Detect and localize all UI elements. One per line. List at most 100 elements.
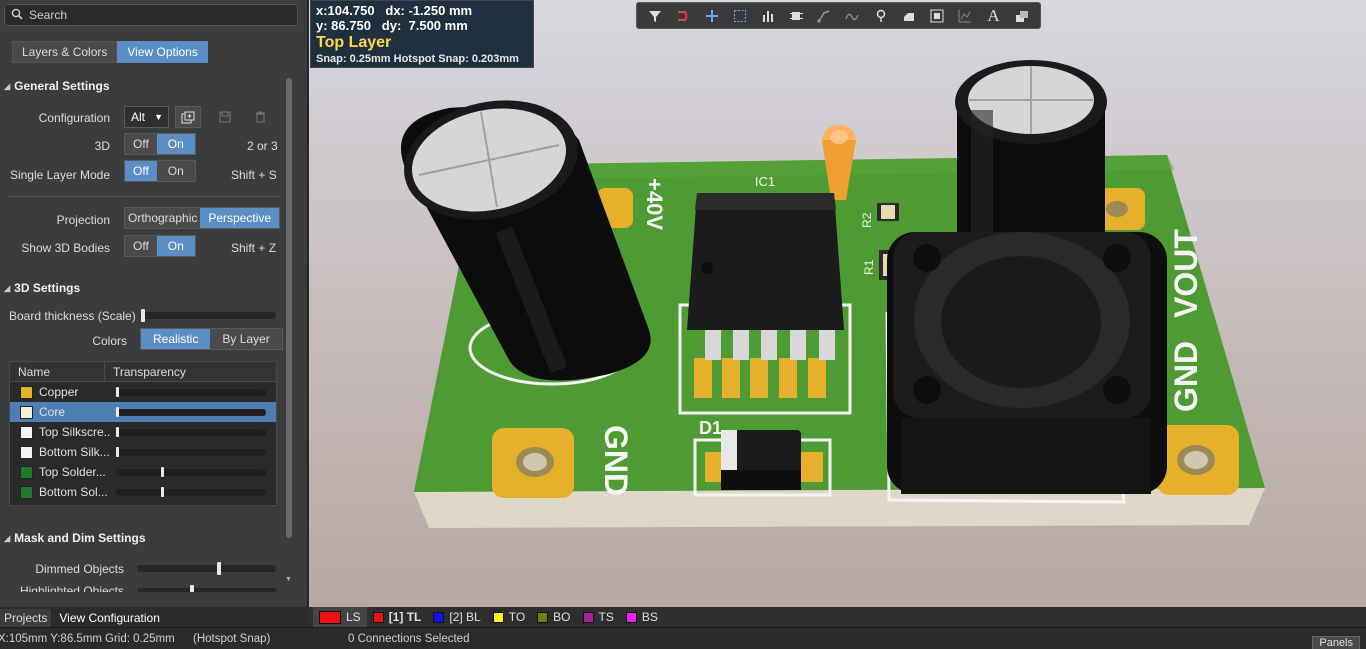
- capacitor-left: [401, 100, 651, 381]
- chip-icon[interactable]: [785, 6, 807, 26]
- transparency-slider[interactable]: [116, 466, 266, 477]
- 3d-settings-header[interactable]: ◢ 3D Settings: [4, 281, 80, 295]
- general-settings-header[interactable]: ◢ General Settings: [4, 79, 110, 93]
- layer-color-swatch[interactable]: [20, 465, 33, 479]
- configuration-dropdown[interactable]: Alt ▼: [124, 106, 169, 128]
- current-layer: Top Layer: [316, 34, 392, 51]
- slider-knob[interactable]: [116, 406, 119, 417]
- transparency-slider[interactable]: [116, 446, 266, 457]
- layer-color-swatch: [625, 611, 637, 623]
- search-input[interactable]: Search: [29, 8, 67, 22]
- layer-color-swatch: [433, 611, 445, 623]
- layer-tab-to[interactable]: TO: [487, 607, 531, 627]
- properties-panel: Search Layers & Colors View Options ◢ Ge…: [0, 0, 308, 627]
- show-3d-bodies-toggle[interactable]: Off On: [124, 235, 196, 257]
- place-pin-icon[interactable]: [870, 6, 892, 26]
- layer-tab-tl[interactable]: [1] TL: [367, 607, 428, 627]
- wave-icon[interactable]: [842, 6, 864, 26]
- layer-tabs-bar: LS [1] TL [2] BL TO BO TS BS: [309, 607, 1366, 627]
- transparency-slider[interactable]: [116, 406, 266, 417]
- table-row[interactable]: Top Silkscre...: [10, 422, 276, 442]
- component-icon[interactable]: [926, 6, 948, 26]
- layer-tab-bs[interactable]: BS: [620, 607, 664, 627]
- search-box[interactable]: Search: [4, 4, 298, 26]
- diff-pair-icon[interactable]: [813, 6, 835, 26]
- delete-config-button[interactable]: [247, 106, 273, 128]
- slider-knob[interactable]: [116, 426, 119, 437]
- layer-tab-bo[interactable]: BO: [531, 607, 576, 627]
- scrollbar-thumb[interactable]: [286, 78, 292, 538]
- bodies-off-option[interactable]: Off: [125, 236, 157, 256]
- save-config-button[interactable]: [212, 106, 238, 128]
- layer-color-swatch[interactable]: [20, 405, 33, 419]
- active-bar-toolbar: A: [636, 2, 1041, 29]
- 3d-toggle[interactable]: Off On: [124, 133, 196, 155]
- graph-icon[interactable]: [954, 6, 976, 26]
- table-row[interactable]: Core: [10, 402, 276, 422]
- coord-x-line: x:104.750 dx: -1.250 mm: [316, 3, 473, 18]
- colors-realistic-option[interactable]: Realistic: [141, 329, 211, 349]
- slider-knob[interactable]: [116, 386, 119, 397]
- tab-view-configuration[interactable]: View Configuration: [51, 609, 168, 627]
- scroll-down-icon[interactable]: ▼: [285, 576, 292, 583]
- table-row[interactable]: Bottom Sol...: [10, 482, 276, 502]
- 3d-off-option[interactable]: Off: [125, 134, 157, 154]
- transparency-slider[interactable]: [116, 426, 266, 437]
- v40-label: +40V: [642, 178, 667, 230]
- 3d-on-option[interactable]: On: [156, 134, 195, 154]
- layers-icon[interactable]: [1011, 6, 1033, 26]
- transparency-slider[interactable]: [116, 386, 266, 397]
- slider-knob[interactable]: [217, 562, 221, 575]
- board-thickness-label: Board thickness (Scale): [9, 309, 136, 323]
- route-icon[interactable]: [672, 6, 694, 26]
- slider-knob[interactable]: [190, 585, 194, 592]
- colors-toggle[interactable]: Realistic By Layer: [140, 328, 283, 350]
- transparency-slider[interactable]: [116, 486, 266, 497]
- trash-icon: [255, 111, 265, 123]
- panel-scrollbar[interactable]: ▼: [285, 78, 293, 586]
- layer-tab-ls[interactable]: LS: [313, 607, 367, 627]
- board-thickness-slider[interactable]: [140, 309, 276, 322]
- layer-color-swatch[interactable]: [20, 485, 33, 499]
- single-layer-on-option[interactable]: On: [156, 161, 195, 181]
- text-icon[interactable]: A: [983, 6, 1005, 26]
- slider-knob[interactable]: [161, 466, 164, 477]
- plus-icon[interactable]: [701, 6, 723, 26]
- colors-by-layer-option[interactable]: By Layer: [210, 329, 282, 349]
- bodies-on-option[interactable]: On: [156, 236, 195, 256]
- select-rect-icon[interactable]: [729, 6, 751, 26]
- layer-tab-bl[interactable]: [2] BL: [427, 607, 486, 627]
- projection-toggle[interactable]: Orthographic Perspective: [124, 207, 281, 229]
- layer-name: Bottom Silk...: [39, 445, 110, 459]
- tab-projects[interactable]: Projects: [0, 609, 52, 627]
- table-row[interactable]: Copper: [10, 382, 276, 402]
- table-row[interactable]: Top Solder...: [10, 462, 276, 482]
- save-config-as-button[interactable]: [175, 106, 201, 128]
- layer-tab-label: BO: [553, 610, 571, 624]
- mask-dim-header[interactable]: ◢ Mask and Dim Settings: [4, 531, 146, 545]
- slider-knob[interactable]: [161, 486, 164, 497]
- single-layer-toggle[interactable]: Off On: [124, 160, 196, 182]
- tab-view-options[interactable]: View Options: [117, 41, 208, 63]
- panels-button[interactable]: Panels: [1312, 636, 1360, 649]
- single-layer-off-option[interactable]: Off: [125, 161, 157, 181]
- projection-perspective-option[interactable]: Perspective: [200, 208, 280, 228]
- chevron-down-icon: ▼: [154, 112, 163, 122]
- table-row[interactable]: Bottom Silk...: [10, 442, 276, 462]
- layer-name: Bottom Sol...: [39, 485, 108, 499]
- layer-tab-ts[interactable]: TS: [577, 607, 620, 627]
- layer-color-swatch: [372, 611, 384, 623]
- tab-layers-colors[interactable]: Layers & Colors: [12, 41, 118, 63]
- slider-knob[interactable]: [141, 309, 145, 322]
- dimmed-objects-slider[interactable]: [137, 562, 276, 575]
- pcb-3d-viewport[interactable]: IC1 +40V R2 R1 D1 GND GND VOUT x:104.750…: [309, 0, 1366, 607]
- fill-icon[interactable]: [898, 6, 920, 26]
- highlighted-objects-slider[interactable]: [137, 585, 276, 592]
- projection-orthographic-option[interactable]: Orthographic: [125, 208, 201, 228]
- filter-icon[interactable]: [644, 6, 666, 26]
- bar-chart-icon[interactable]: [757, 6, 779, 26]
- layer-color-swatch[interactable]: [20, 425, 33, 439]
- slider-knob[interactable]: [116, 446, 119, 457]
- layer-color-swatch[interactable]: [20, 445, 33, 459]
- layer-color-swatch[interactable]: [20, 385, 33, 399]
